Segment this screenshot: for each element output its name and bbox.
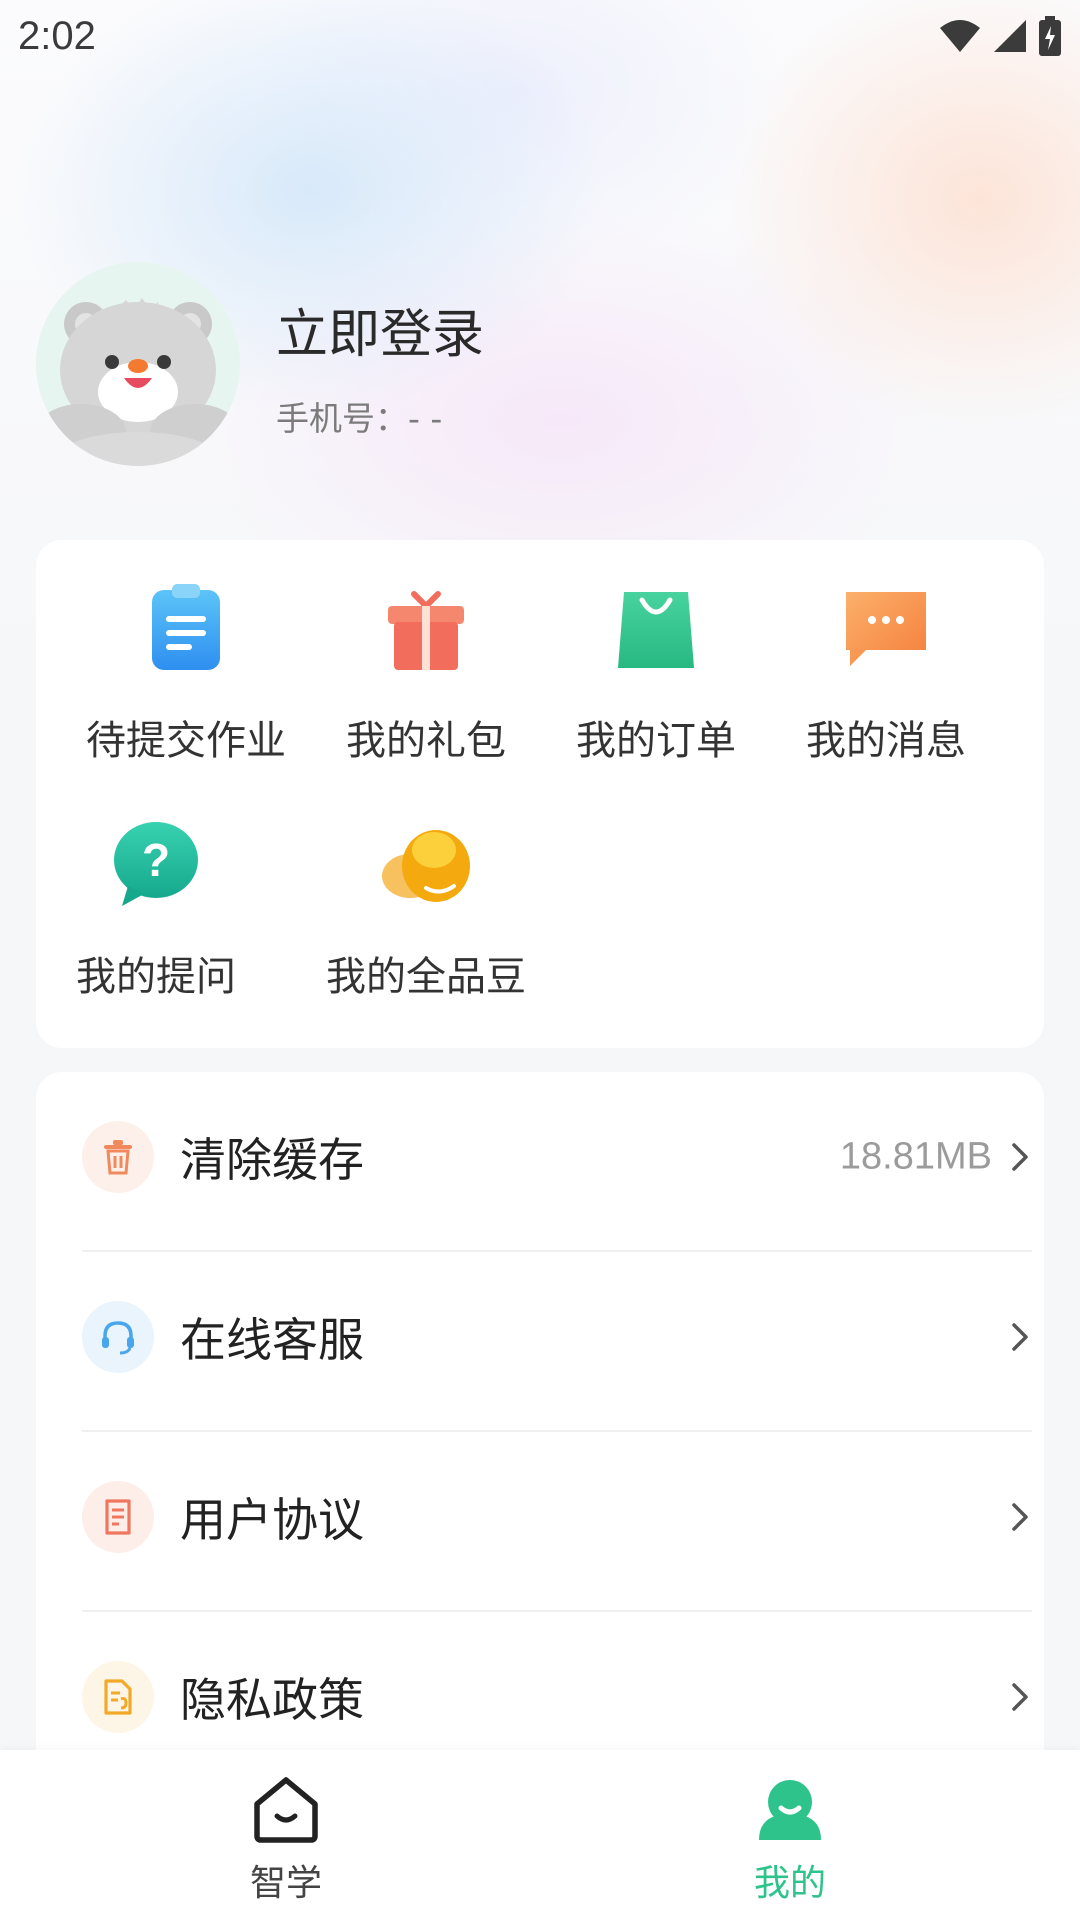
bottom-tab-bar: 智学 我的 — [0, 1750, 1080, 1920]
clear-cache-row[interactable]: 清除缓存 18.81MB — [82, 1072, 1032, 1242]
tab-zhixue[interactable]: 智学 — [186, 1750, 386, 1920]
beans-icon — [382, 830, 470, 902]
user-agreement-row[interactable]: 用户协议 — [82, 1432, 1032, 1602]
quick-actions-card: 待提交作业 我的礼包 我的订单 我的消息 ? 我的提问 我的全品豆 — [36, 540, 1044, 1048]
document-icon — [82, 1481, 154, 1553]
tab-label: 我的 — [753, 1863, 826, 1904]
quick-action-questions[interactable]: ? 我的提问 — [36, 776, 276, 1000]
quick-action-label: 我的全品豆 — [326, 954, 526, 1000]
quick-action-label: 我的订单 — [576, 718, 736, 764]
status-time: 2:02 — [18, 14, 96, 58]
signal-icon — [994, 20, 1026, 52]
chevron-right-icon — [1012, 1683, 1028, 1711]
shopping-bag-icon — [618, 592, 694, 668]
row-label: 清除缓存 — [180, 1133, 364, 1187]
battery-charging-icon — [1039, 16, 1061, 56]
quick-action-pending-homework[interactable]: 待提交作业 — [66, 540, 306, 764]
login-prompt[interactable]: 立即登录 — [276, 292, 484, 367]
status-icons — [938, 16, 1062, 56]
svg-text:?: ? — [142, 834, 170, 886]
gift-icon — [388, 591, 464, 670]
quick-action-label: 待提交作业 — [86, 718, 286, 764]
quick-action-gift[interactable]: 我的礼包 — [306, 540, 546, 764]
clipboard-icon — [152, 584, 220, 670]
quick-action-beans[interactable]: 我的全品豆 — [306, 776, 546, 1000]
quick-action-label: 我的提问 — [76, 954, 236, 1000]
avatar[interactable] — [36, 262, 240, 466]
wifi-icon — [940, 20, 980, 52]
bear-avatar-icon — [36, 298, 240, 466]
settings-list-card: 清除缓存 18.81MB 在线客服 用户协议 隐私政策 — [36, 1072, 1044, 1792]
row-label: 用户协议 — [180, 1493, 364, 1547]
profile-tab-icon — [759, 1780, 821, 1840]
row-label: 隐私政策 — [180, 1673, 364, 1727]
trash-icon — [82, 1121, 154, 1193]
cache-size: 18.81MB — [839, 1135, 992, 1178]
home-icon — [254, 1777, 318, 1843]
status-bar: 2:02 — [0, 0, 1080, 72]
privacy-doc-icon — [82, 1661, 154, 1733]
question-bubble-icon: ? — [114, 822, 198, 906]
quick-action-label: 我的礼包 — [346, 718, 506, 764]
tab-mine[interactable]: 我的 — [690, 1750, 890, 1920]
tab-label: 智学 — [249, 1863, 322, 1904]
quick-action-label: 我的消息 — [806, 718, 966, 764]
chevron-right-icon — [1012, 1143, 1028, 1171]
chevron-right-icon — [1012, 1323, 1028, 1351]
phone-number: 手机号：- - — [276, 399, 443, 438]
profile-header[interactable]: 立即登录 手机号：- - — [36, 262, 1036, 466]
quick-action-messages[interactable]: 我的消息 — [766, 540, 1006, 764]
headset-icon — [82, 1301, 154, 1373]
chevron-right-icon — [1012, 1503, 1028, 1531]
message-icon — [846, 592, 926, 666]
customer-service-row[interactable]: 在线客服 — [82, 1252, 1032, 1422]
quick-action-orders[interactable]: 我的订单 — [536, 540, 776, 764]
row-label: 在线客服 — [180, 1313, 364, 1367]
